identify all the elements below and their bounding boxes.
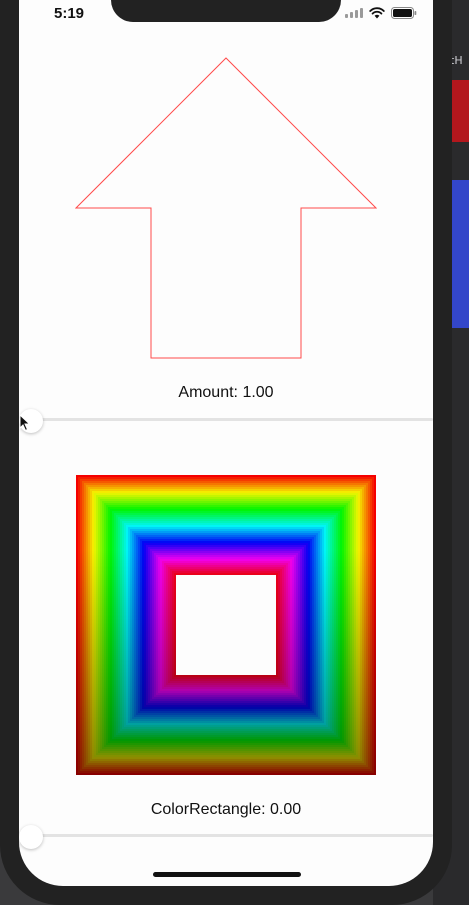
- amount-label: Amount: 1.00: [178, 384, 274, 401]
- color-rectangle: [76, 475, 376, 775]
- color-rectangle-center: [176, 575, 276, 675]
- amount-slider-track[interactable]: [29, 418, 433, 421]
- wifi-icon: [369, 7, 385, 19]
- home-indicator: [153, 872, 301, 877]
- background-red-block: [449, 80, 469, 142]
- arrow-shape: [75, 57, 377, 359]
- status-icons: [345, 7, 417, 19]
- color-rectangle-slider-track[interactable]: [29, 834, 433, 837]
- background-blue-block: [449, 180, 469, 328]
- battery-icon: [391, 7, 417, 19]
- phone-frame: 5:19 Amount: 1.00 ColorRectangle: 0.00: [0, 0, 452, 905]
- notch: [111, 0, 341, 22]
- mouse-pointer-icon: [19, 414, 31, 432]
- phone-screen: 5:19 Amount: 1.00 ColorRectangle: 0.00: [19, 0, 433, 886]
- color-rectangle-label: ColorRectangle: 0.00: [150, 801, 302, 818]
- status-time: 5:19: [54, 5, 85, 22]
- cellular-signal-icon: [345, 8, 363, 18]
- color-rectangle-slider-thumb[interactable]: [19, 825, 43, 849]
- amount-slider[interactable]: [19, 409, 433, 433]
- color-rectangle-slider[interactable]: [19, 825, 433, 849]
